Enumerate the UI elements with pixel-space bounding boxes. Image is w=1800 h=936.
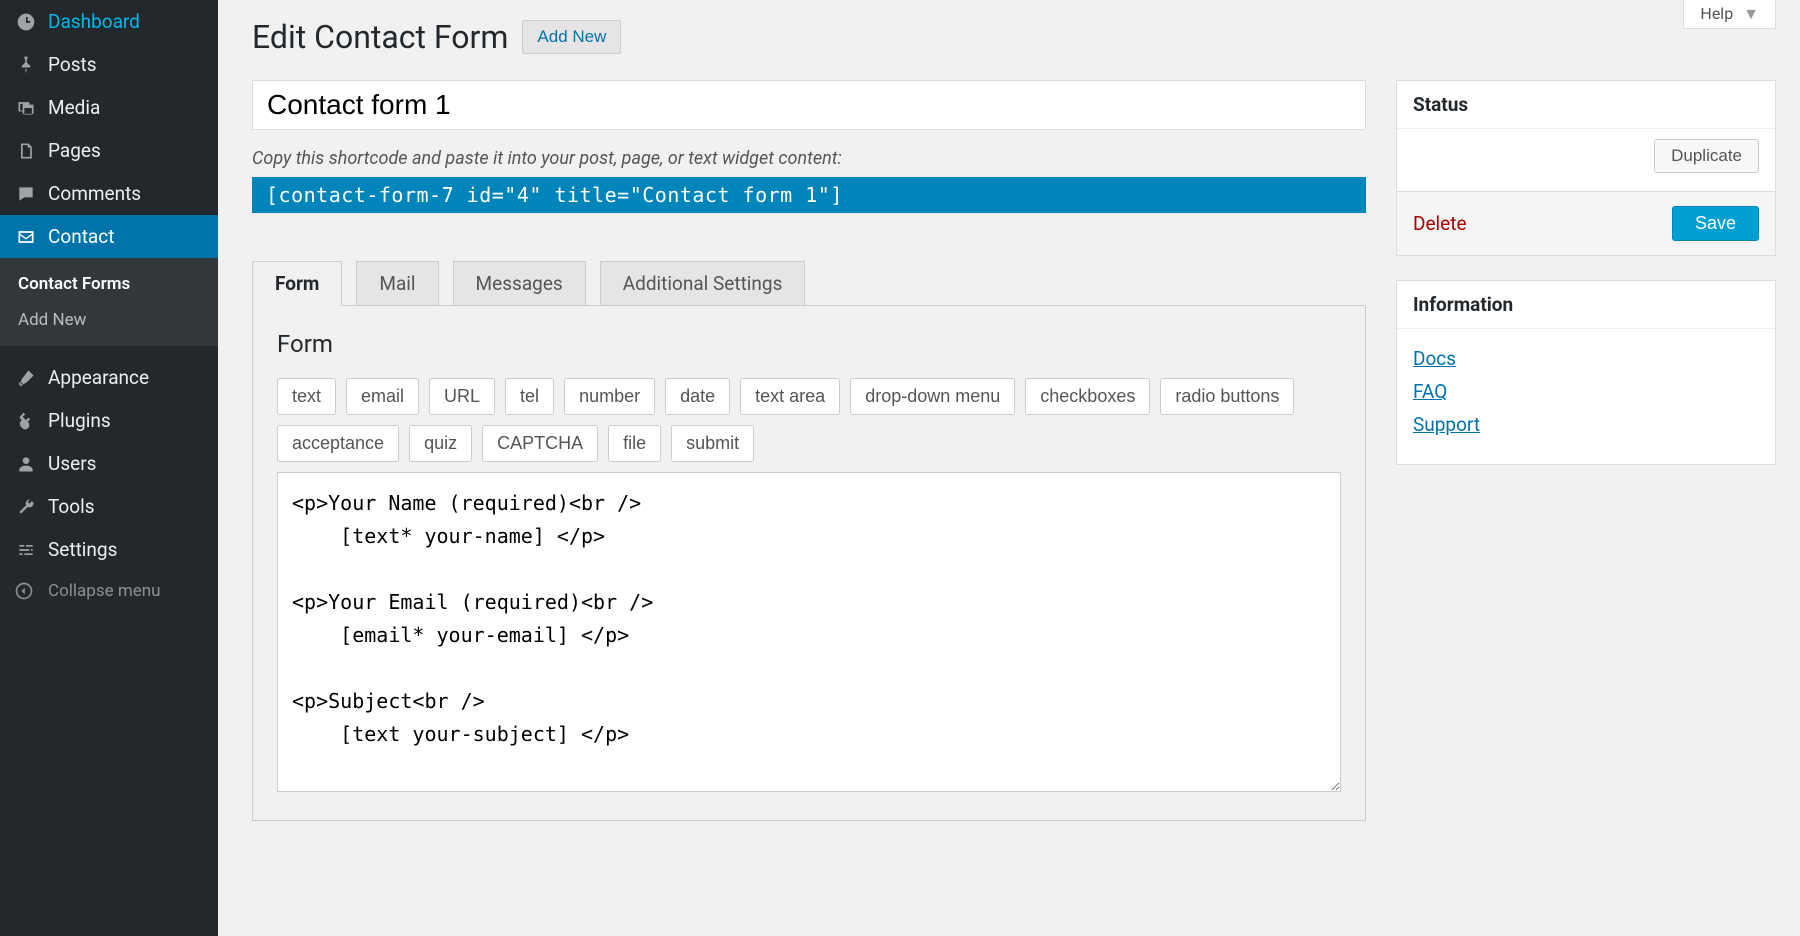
collapse-menu[interactable]: Collapse menu: [0, 571, 218, 611]
tag-button-quiz[interactable]: quiz: [409, 425, 472, 462]
sidebar-item-label: Dashboard: [48, 10, 140, 33]
tab-mail[interactable]: Mail: [356, 261, 438, 306]
information-box: Information Docs FAQ Support: [1396, 280, 1776, 465]
wrench-icon: [14, 497, 38, 517]
help-tab[interactable]: Help ▼: [1683, 0, 1776, 29]
sidebar-item-pages[interactable]: Pages: [0, 129, 218, 172]
sidebar-item-comments[interactable]: Comments: [0, 172, 218, 215]
sidebar-item-label: Pages: [48, 139, 101, 162]
comment-icon: [14, 184, 38, 204]
user-icon: [14, 454, 38, 474]
sidebar-item-appearance[interactable]: Appearance: [0, 356, 218, 399]
sidebar-item-plugins[interactable]: Plugins: [0, 399, 218, 442]
status-heading: Status: [1397, 81, 1775, 129]
tab-messages[interactable]: Messages: [453, 261, 586, 306]
sidebar-item-users[interactable]: Users: [0, 442, 218, 485]
sidebar-item-contact[interactable]: Contact: [0, 215, 218, 258]
pin-icon: [14, 55, 38, 75]
collapse-label: Collapse menu: [48, 581, 161, 601]
tag-button-checkboxes[interactable]: checkboxes: [1025, 378, 1150, 415]
shortcode-help-text: Copy this shortcode and paste it into yo…: [252, 148, 1366, 169]
tag-button-email[interactable]: email: [346, 378, 419, 415]
main-content: Help ▼ Edit Contact Form Add New Copy th…: [218, 0, 1800, 936]
tag-button-tel[interactable]: tel: [505, 378, 554, 415]
collapse-icon: [14, 581, 38, 601]
sidebar-item-label: Plugins: [48, 409, 111, 432]
sidebar-item-label: Media: [48, 96, 100, 119]
media-icon: [14, 98, 38, 118]
form-template-textarea[interactable]: [277, 472, 1341, 792]
plug-icon: [14, 411, 38, 431]
panel-heading: Form: [277, 330, 1341, 358]
tag-button-file[interactable]: file: [608, 425, 661, 462]
information-heading: Information: [1397, 281, 1775, 329]
sidebar-item-label: Tools: [48, 495, 95, 518]
sidebar-sub-item[interactable]: Contact Forms: [0, 266, 218, 302]
sidebar-item-tools[interactable]: Tools: [0, 485, 218, 528]
sidebar-sub-item[interactable]: Add New: [0, 302, 218, 338]
tag-button-captcha[interactable]: CAPTCHA: [482, 425, 598, 462]
mail-icon: [14, 227, 38, 247]
sidebar-item-media[interactable]: Media: [0, 86, 218, 129]
chevron-down-icon: ▼: [1743, 4, 1759, 23]
page-title: Edit Contact Form: [252, 18, 508, 56]
sidebar-submenu: Contact FormsAdd New: [0, 258, 218, 346]
form-title-input[interactable]: [252, 80, 1366, 130]
shortcode-display[interactable]: [contact-form-7 id="4" title="Contact fo…: [252, 177, 1366, 213]
tag-button-date[interactable]: date: [665, 378, 730, 415]
info-link-faq[interactable]: FAQ: [1413, 380, 1759, 403]
sliders-icon: [14, 540, 38, 560]
tag-button-text[interactable]: text: [277, 378, 336, 415]
brush-icon: [14, 368, 38, 388]
form-panel: Form text email URL tel number date text area d…: [252, 305, 1366, 821]
tag-button-drop-down-menu[interactable]: drop-down menu: [850, 378, 1015, 415]
info-link-docs[interactable]: Docs: [1413, 347, 1759, 370]
sidebar-item-label: Appearance: [48, 366, 149, 389]
help-label: Help: [1700, 4, 1733, 23]
status-box: Status Duplicate Delete Save: [1396, 80, 1776, 256]
tag-button-radio-buttons[interactable]: radio buttons: [1160, 378, 1294, 415]
tab-form[interactable]: Form: [252, 261, 342, 306]
sidebar-item-dashboard[interactable]: Dashboard: [0, 0, 218, 43]
sidebar-item-label: Posts: [48, 53, 97, 76]
dashboard-icon: [14, 12, 38, 32]
sidebar-item-posts[interactable]: Posts: [0, 43, 218, 86]
info-link-support[interactable]: Support: [1413, 413, 1759, 436]
pages-icon: [14, 141, 38, 161]
tag-button-acceptance[interactable]: acceptance: [277, 425, 399, 462]
sidebar-item-label: Contact: [48, 225, 114, 248]
tab-additional-settings[interactable]: Additional Settings: [600, 261, 806, 306]
tag-generator-row: text email URL tel number date text area drop-d…: [277, 378, 1341, 462]
tag-button-url[interactable]: URL: [429, 378, 495, 415]
save-button[interactable]: Save: [1672, 206, 1759, 241]
tag-button-submit[interactable]: submit: [671, 425, 754, 462]
admin-sidebar: Dashboard Posts Media Pages Comments Con…: [0, 0, 218, 936]
add-new-button[interactable]: Add New: [522, 20, 621, 54]
sidebar-item-settings[interactable]: Settings: [0, 528, 218, 571]
editor-tabs: Form Mail Messages Additional Settings: [252, 261, 1366, 306]
sidebar-item-label: Users: [48, 452, 96, 475]
tag-button-text-area[interactable]: text area: [740, 378, 840, 415]
delete-link[interactable]: Delete: [1413, 212, 1467, 235]
sidebar-item-label: Settings: [48, 538, 117, 561]
tag-button-number[interactable]: number: [564, 378, 655, 415]
sidebar-item-label: Comments: [48, 182, 141, 205]
duplicate-button[interactable]: Duplicate: [1654, 139, 1759, 173]
